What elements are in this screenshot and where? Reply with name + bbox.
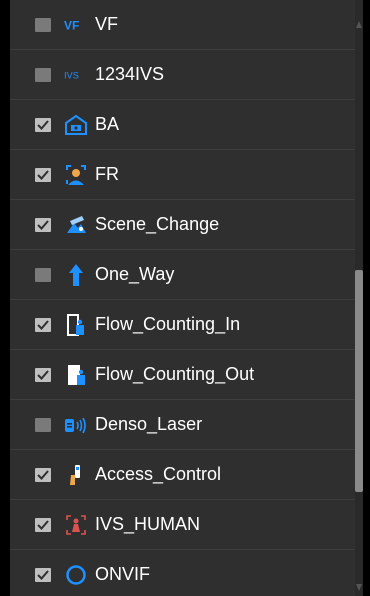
scrollbar[interactable]: [355, 0, 363, 596]
one-way-arrow-icon: [64, 263, 88, 287]
svg-text:VF: VF: [64, 18, 79, 32]
list-item-vf[interactable]: VF VF: [10, 0, 355, 50]
checkbox-1234ivs[interactable]: [35, 67, 51, 82]
list-item-ba[interactable]: BA: [10, 100, 355, 150]
event-type-list: VF VF IVS 1234IVS BA FR Scene_Change One…: [10, 0, 355, 596]
list-item-flow-counting-in[interactable]: Flow_Counting_In: [10, 300, 355, 350]
face-recognition-icon: [64, 163, 88, 187]
scene-change-icon: [64, 213, 88, 237]
flow-counting-in-icon: [64, 313, 88, 337]
list-item-label: IVS_HUMAN: [95, 514, 201, 534]
checkbox-flow-counting-out[interactable]: [35, 367, 51, 382]
scroll-down-arrow-icon[interactable]: [355, 580, 363, 594]
list-item-label: Scene_Change: [95, 214, 220, 234]
checkbox-fr[interactable]: [35, 167, 51, 182]
svg-text:IVS: IVS: [64, 70, 79, 80]
scrollbar-thumb[interactable]: [355, 270, 363, 492]
checkbox-one-way[interactable]: [35, 267, 51, 282]
laser-icon: [64, 413, 88, 437]
list-item-fr[interactable]: FR: [10, 150, 355, 200]
list-item-label: VF: [95, 14, 119, 34]
list-item-ivs-human[interactable]: IVS_HUMAN: [10, 500, 355, 550]
list-item-label: One_Way: [95, 264, 175, 284]
checkbox-scene-change[interactable]: [35, 217, 51, 232]
event-type-panel: VF VF IVS 1234IVS BA FR Scene_Change One…: [10, 0, 363, 596]
checkbox-ba[interactable]: [35, 117, 51, 132]
list-item-1234ivs[interactable]: IVS 1234IVS: [10, 50, 355, 100]
access-control-icon: [64, 463, 88, 487]
checkbox-ivs-human[interactable]: [35, 517, 51, 532]
human-detection-icon: [64, 513, 88, 537]
list-item-access-control[interactable]: Access_Control: [10, 450, 355, 500]
list-item-label: Flow_Counting_In: [95, 314, 241, 334]
list-item-label: FR: [95, 164, 119, 184]
onvif-ring-icon: [64, 563, 88, 587]
checkbox-vf[interactable]: [35, 17, 51, 32]
list-item-label: 1234IVS: [95, 64, 165, 84]
checkbox-access-control[interactable]: [35, 467, 51, 482]
ivs-text-icon: IVS: [64, 63, 88, 87]
list-item-onvif[interactable]: ONVIF: [10, 550, 355, 596]
list-item-label: BA: [95, 114, 120, 134]
scroll-up-arrow-icon[interactable]: [355, 18, 363, 32]
list-item-label: Denso_Laser: [95, 414, 203, 434]
checkbox-flow-counting-in[interactable]: [35, 317, 51, 332]
list-item-label: Access_Control: [95, 464, 222, 484]
checkbox-denso-laser[interactable]: [35, 417, 51, 432]
list-item-scene-change[interactable]: Scene_Change: [10, 200, 355, 250]
list-item-label: ONVIF: [95, 564, 151, 584]
list-item-one-way[interactable]: One_Way: [10, 250, 355, 300]
list-item-denso-laser[interactable]: Denso_Laser: [10, 400, 355, 450]
list-item-flow-counting-out[interactable]: Flow_Counting_Out: [10, 350, 355, 400]
list-item-label: Flow_Counting_Out: [95, 364, 255, 384]
ba-camera-icon: [64, 113, 88, 137]
vf-text-icon: VF: [64, 13, 88, 37]
flow-counting-out-icon: [64, 363, 88, 387]
checkbox-onvif[interactable]: [35, 567, 51, 582]
